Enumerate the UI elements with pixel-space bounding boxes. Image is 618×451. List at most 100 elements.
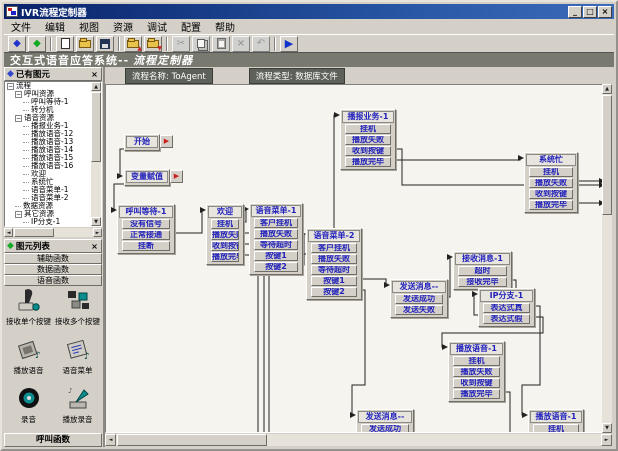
node-outcome[interactable]: 挂机: [533, 424, 579, 433]
menu-item-2[interactable]: 视图: [72, 18, 106, 35]
existing-elements-panel-header[interactable]: ◆ 已有图元 ×: [4, 67, 102, 81]
node-outcome[interactable]: 正常接通: [122, 230, 170, 240]
canvas-scroll-thumb[interactable]: [602, 95, 612, 215]
canvas-hscroll-thumb[interactable]: [117, 434, 267, 446]
node-outcome[interactable]: 播放失败: [453, 367, 500, 377]
record-tool[interactable]: 录音: [4, 385, 53, 434]
canvas-vertical-scrollbar[interactable]: ▲ ▼: [602, 84, 612, 433]
tree-horizontal-scrollbar[interactable]: ◄ ►: [4, 228, 102, 237]
node-title[interactable]: 发送消息--: [392, 281, 446, 293]
flow-node-发送消息---12[interactable]: 发送消息--发送成功发送失败: [356, 409, 414, 433]
node-outcome[interactable]: 播放完毕: [211, 252, 239, 262]
flow-canvas[interactable]: 开始▶变量赋值▶呼叫等待-1没有信号正常接通挂断欢迎挂机播放失败收到按键播放完毕…: [105, 84, 603, 433]
node-outcome[interactable]: 播放失败: [254, 229, 298, 239]
tree-scroll-thumb[interactable]: [91, 92, 101, 162]
flow-node-语音菜单-2-6[interactable]: 语音菜单-2客户挂机播放失败等待超时按键1按键2: [306, 228, 362, 300]
node-outcome[interactable]: 客户挂机: [311, 243, 357, 253]
tree-expander-icon[interactable]: −: [7, 83, 14, 90]
node-title[interactable]: 发送消息--: [358, 411, 412, 423]
node-arrow-button[interactable]: ▶: [160, 135, 173, 148]
node-outcome[interactable]: 按键1: [254, 251, 298, 261]
flow-node-播报业务-1-5[interactable]: 播报业务-1挂机播放失败收到按键播放完毕: [340, 109, 396, 170]
node-outcome[interactable]: 表达式假: [483, 314, 530, 324]
flow-node-语音菜单-1-4[interactable]: 语音菜单-1客户挂机播放失败等待超时按键1按键2: [249, 203, 303, 275]
node-outcome[interactable]: 挂机: [211, 219, 239, 229]
panel-close-icon[interactable]: ×: [90, 70, 99, 79]
flow-node-欢迎-3[interactable]: 欢迎挂机播放失败收到按键播放完毕: [206, 204, 244, 265]
run-icon[interactable]: ▶: [280, 36, 298, 52]
node-outcome[interactable]: 播放完毕: [453, 389, 500, 399]
canvas-scroll-down-button[interactable]: ▼: [602, 423, 612, 433]
node-outcome[interactable]: 等待超时: [311, 265, 357, 275]
node-outcome[interactable]: 播放完毕: [345, 157, 391, 167]
node-title[interactable]: 接收消息-1: [455, 253, 510, 265]
panel-close-icon[interactable]: ×: [90, 242, 99, 251]
tree-scroll-left-button[interactable]: ◄: [4, 228, 13, 237]
flow-node-变量赋值-1[interactable]: 变量赋值▶: [124, 169, 170, 186]
node-outcome[interactable]: 发送失败: [395, 305, 443, 315]
node-title[interactable]: 播放语音-1: [450, 343, 503, 355]
nav-back-icon[interactable]: ◆: [8, 36, 26, 52]
node-outcome[interactable]: 播放完毕: [529, 200, 573, 210]
maximize-button[interactable]: □: [583, 6, 597, 18]
node-outcome[interactable]: 播放失败: [211, 230, 239, 240]
flow-node-呼叫等待-1-2[interactable]: 呼叫等待-1没有信号正常接通挂断: [117, 204, 175, 254]
play-record-tool[interactable]: ♪播放录音: [53, 385, 102, 434]
node-arrow-button[interactable]: ▶: [170, 170, 183, 183]
canvas-scroll-right-button[interactable]: ►: [601, 434, 612, 446]
node-outcome[interactable]: 挂机: [453, 356, 500, 366]
node-outcome[interactable]: 收到按键: [453, 378, 500, 388]
menu-item-6[interactable]: 帮助: [208, 18, 242, 35]
node-outcome[interactable]: 挂机: [345, 124, 391, 134]
canvas-scroll-left-button[interactable]: ◄: [105, 434, 116, 446]
import-flow-icon[interactable]: ▲: [124, 36, 142, 52]
title-bar[interactable]: IVR流程定制器 _□×: [4, 4, 614, 19]
flow-node-发送消息---7[interactable]: 发送消息--发送成功发送失败: [390, 279, 448, 318]
node-title[interactable]: 语音菜单-1: [251, 205, 301, 217]
node-outcome[interactable]: 发送成功: [395, 294, 443, 304]
menu-item-3[interactable]: 资源: [106, 18, 140, 35]
node-title[interactable]: 开始: [126, 136, 158, 148]
category-button-1[interactable]: 数据函数: [4, 264, 102, 275]
node-outcome[interactable]: 按键2: [254, 262, 298, 272]
flow-node-系统忙-9[interactable]: 系统忙挂机播放失败收到按键播放完毕: [524, 152, 578, 213]
tree-vertical-scrollbar[interactable]: ▲ ▼: [91, 82, 101, 226]
menu-item-4[interactable]: 调试: [140, 18, 174, 35]
node-outcome[interactable]: 收到按键: [211, 241, 239, 251]
node-title[interactable]: 系统忙: [526, 154, 576, 166]
node-title[interactable]: 语音菜单-2: [308, 230, 360, 242]
node-outcome[interactable]: 收到按键: [345, 146, 391, 156]
tree-scroll-right-button[interactable]: ►: [93, 228, 102, 237]
play-voice-tool[interactable]: ♪播放语音: [4, 336, 53, 385]
menu-item-1[interactable]: 编辑: [38, 18, 72, 35]
flow-node-接收消息-1-8[interactable]: 接收消息-1超时接收完毕: [453, 251, 512, 290]
tree-hscroll-thumb[interactable]: [14, 228, 54, 237]
node-outcome[interactable]: 表达式真: [483, 303, 530, 313]
node-outcome[interactable]: 接收完毕: [458, 277, 507, 287]
category-button-0[interactable]: 辅助函数: [4, 253, 102, 264]
flow-node-开始-0[interactable]: 开始▶: [124, 134, 160, 151]
node-outcome[interactable]: 超时: [458, 266, 507, 276]
flow-node-播放语音-1-11[interactable]: 播放语音-1挂机播放失败收到按键播放完毕: [448, 341, 505, 402]
node-outcome[interactable]: 等待超时: [254, 240, 298, 250]
canvas-scroll-up-button[interactable]: ▲: [602, 84, 612, 94]
node-outcome[interactable]: 播放失败: [311, 254, 357, 264]
menu-item-0[interactable]: 文件: [4, 18, 38, 35]
node-outcome[interactable]: 发送成功: [361, 424, 409, 433]
export-flow-icon[interactable]: ▼: [144, 36, 162, 52]
tree-expander-icon[interactable]: −: [15, 211, 22, 218]
save-icon[interactable]: [96, 36, 114, 52]
tree-expander-icon[interactable]: −: [15, 115, 22, 122]
node-outcome[interactable]: 播放失败: [345, 135, 391, 145]
node-outcome[interactable]: 按键2: [311, 287, 357, 297]
node-outcome[interactable]: 播放失败: [529, 178, 573, 188]
tree-scroll-up-button[interactable]: ▲: [91, 82, 101, 91]
call-functions-button[interactable]: 呼叫函数: [4, 433, 102, 447]
flow-node-播放语音-1-13[interactable]: 播放语音-1挂机播放失败收到按键播放完毕: [528, 409, 584, 433]
node-title[interactable]: 变量赋值: [126, 171, 168, 183]
tree-item-播放语音-16[interactable]: 播放语音-16: [5, 162, 101, 170]
node-outcome[interactable]: 挂断: [122, 241, 170, 251]
node-title[interactable]: 呼叫等待-1: [119, 206, 173, 218]
node-title[interactable]: 播报业务-1: [342, 111, 394, 123]
canvas-horizontal-scrollbar[interactable]: ◄ ►: [105, 434, 612, 446]
